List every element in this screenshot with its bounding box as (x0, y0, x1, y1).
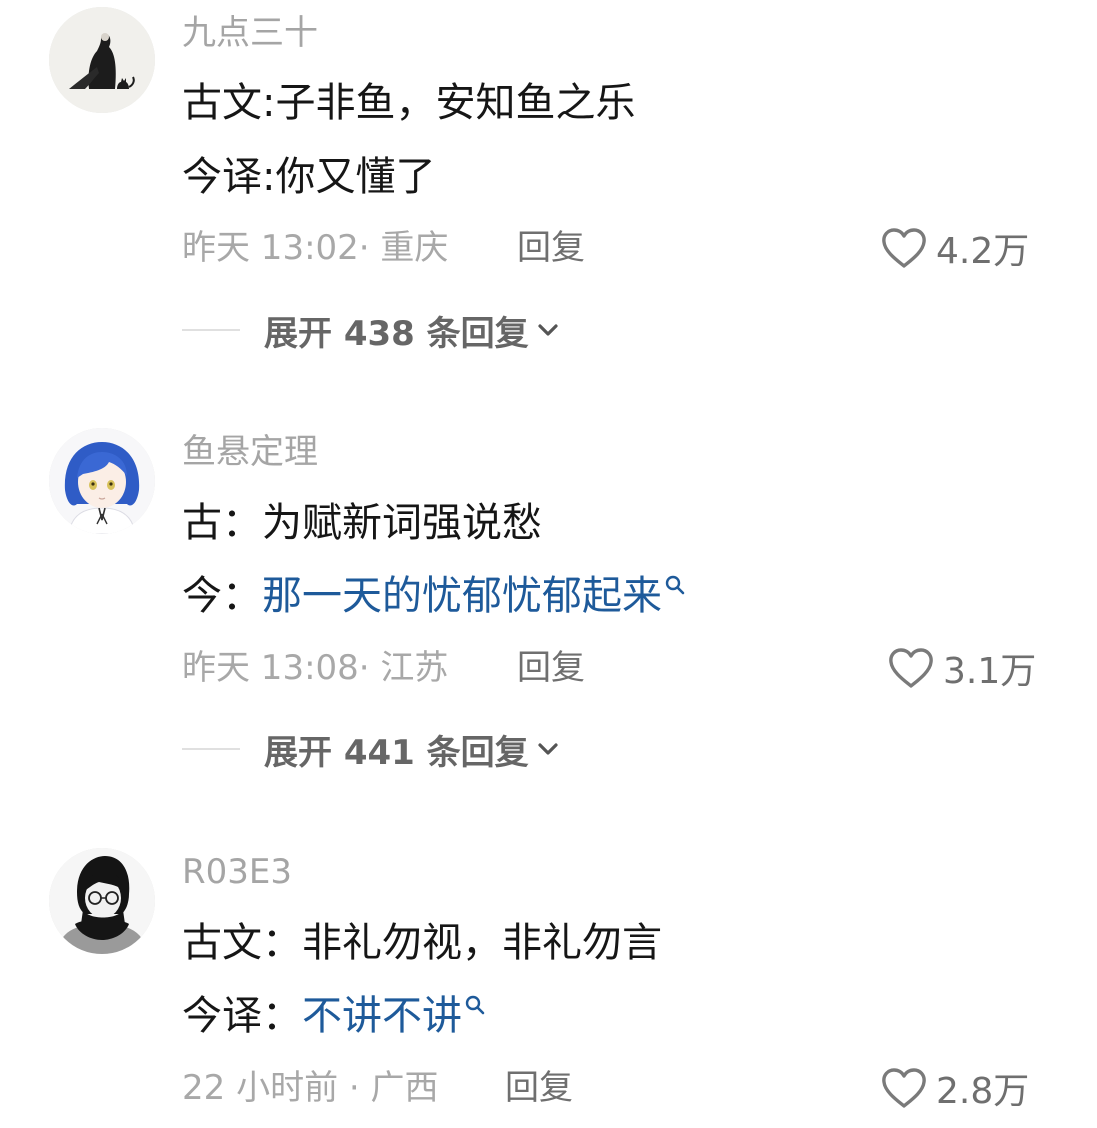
like-count: 3.1万 (943, 651, 1037, 692)
search-icon[interactable] (664, 574, 686, 596)
username[interactable]: 鱼悬定理 (182, 432, 318, 472)
comment-line: 古：为赋新词强说愁 (182, 499, 542, 547)
username[interactable]: 九点三十 (182, 13, 318, 53)
comment-text: 今译： (182, 993, 302, 1039)
reply-button[interactable]: 回复 (517, 648, 585, 688)
like-button[interactable]: 3.1万 (887, 644, 1036, 692)
reply-button[interactable]: 回复 (505, 1068, 573, 1108)
username[interactable]: R03E3 (182, 852, 292, 892)
avatar[interactable] (49, 428, 155, 534)
comment-meta: 22 小时前 · 广西 (182, 1068, 439, 1108)
search-icon[interactable] (464, 994, 486, 1016)
comment-meta: 昨天 13:08· 江苏 (182, 648, 449, 688)
comment-text: 今： (182, 573, 262, 619)
comment-text: 古：为赋新词强说愁 (182, 500, 542, 546)
expand-replies-label: 展开 441 条回复 (264, 732, 529, 773)
expand-replies-button[interactable]: 展开 438 条回复 (182, 308, 559, 354)
comment-text: 古文：非礼勿视，非礼勿言 (182, 920, 662, 966)
comment-line: 今译：不讲不讲 (182, 992, 486, 1040)
expand-replies-button[interactable]: 展开 441 条回复 (182, 727, 559, 773)
comment-text: 今译:你又懂了 (182, 154, 436, 200)
avatar-image-blue-hair-girl (49, 428, 155, 534)
heart-outline-icon (882, 228, 926, 268)
like-count: 2.8万 (936, 1071, 1030, 1112)
comment-meta: 昨天 13:02· 重庆 (182, 228, 449, 268)
expand-replies-label: 展开 438 条回复 (264, 313, 529, 354)
chevron-down-icon (538, 743, 558, 755)
comment-line: 古文:子非鱼，安知鱼之乐 (182, 79, 635, 127)
like-count: 4.2万 (936, 231, 1030, 272)
chevron-down-icon (538, 324, 558, 336)
heart-outline-icon (889, 648, 933, 688)
like-button[interactable]: 4.2万 (880, 224, 1029, 272)
avatar-image-cloaked-figure-with-cat (49, 7, 155, 113)
comment-line: 今译:你又懂了 (182, 153, 435, 201)
avatar[interactable] (49, 848, 155, 954)
comment-line: 古文：非礼勿视，非礼勿言 (182, 919, 662, 967)
avatar-image-boy-with-glasses (49, 848, 155, 954)
search-link[interactable]: 不讲不讲 (302, 993, 462, 1039)
search-link[interactable]: 那一天的忧郁忧郁起来 (262, 573, 662, 619)
heart-outline-icon (882, 1068, 926, 1108)
comment-line: 今：那一天的忧郁忧郁起来 (182, 572, 686, 620)
divider (182, 748, 240, 750)
avatar[interactable] (49, 7, 155, 113)
reply-button[interactable]: 回复 (517, 228, 585, 268)
comment-text: 古文:子非鱼，安知鱼之乐 (182, 80, 636, 126)
divider (182, 329, 240, 331)
like-button[interactable]: 2.8万 (880, 1064, 1029, 1112)
